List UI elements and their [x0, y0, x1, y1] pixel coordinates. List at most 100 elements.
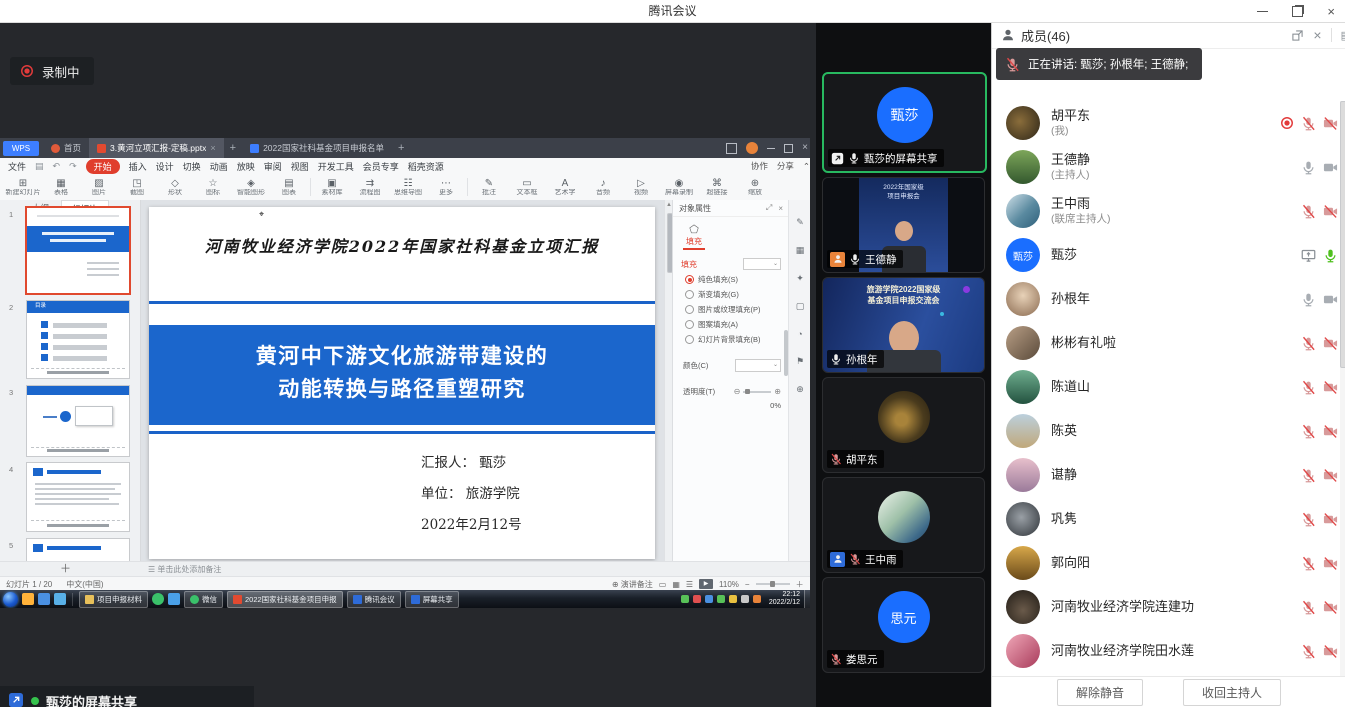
- ribbon-tool[interactable]: ⋯更多: [427, 178, 465, 197]
- layout-tool-icon[interactable]: ▦: [789, 245, 810, 256]
- ribbon-tool[interactable]: ▭文本框: [508, 178, 546, 197]
- member-row[interactable]: 孙根年: [992, 277, 1345, 321]
- close-icon[interactable]: ×: [1327, 5, 1335, 18]
- menu-review[interactable]: 审阅: [264, 160, 282, 173]
- mic-muted-icon[interactable]: [1301, 556, 1316, 571]
- taskbar-meeting-button[interactable]: 腾讯会议: [347, 591, 401, 608]
- ribbon-tool[interactable]: ♪音频: [584, 178, 622, 197]
- sharing-icon[interactable]: [1301, 248, 1316, 263]
- member-row[interactable]: 彬彬有礼啦: [992, 321, 1345, 365]
- slide-thumb-4[interactable]: [26, 462, 130, 532]
- camera-muted-icon[interactable]: [1323, 556, 1338, 571]
- member-row[interactable]: 王中雨(联席主持人): [992, 189, 1345, 233]
- new-tab-icon[interactable]: +: [230, 142, 236, 154]
- minimize-icon[interactable]: [1257, 11, 1268, 12]
- mic-muted-icon[interactable]: [1301, 644, 1316, 659]
- ribbon-tool[interactable]: ▨图片: [80, 178, 118, 197]
- video-tile-sungennian[interactable]: 旅游学院2022国家级 基金项目申报交流会 孙根年: [822, 277, 985, 373]
- wps-maximize-icon[interactable]: [784, 144, 793, 153]
- fill-dropdown[interactable]: ⌄: [743, 258, 781, 270]
- video-tile-hupingdong[interactable]: 胡平东: [822, 377, 985, 473]
- ribbon-tool[interactable]: A艺术字: [546, 178, 584, 197]
- tab-home[interactable]: 首页: [43, 138, 89, 158]
- camera-muted-icon[interactable]: [1323, 336, 1338, 351]
- tab-document[interactable]: 2022国家社科基金项目申报名单: [242, 138, 392, 158]
- camera-muted-icon[interactable]: [1323, 468, 1338, 483]
- tray-icon[interactable]: [717, 595, 725, 603]
- video-tile-wangdejing[interactable]: 2022年国家级 项目申报会 王德静: [822, 177, 985, 273]
- taskbar-share-button[interactable]: 屏幕共享: [405, 591, 459, 608]
- wps-close-icon[interactable]: ×: [802, 143, 808, 153]
- fill-option-gradient[interactable]: 渐变填充(G): [685, 289, 789, 300]
- transparency-slider[interactable]: [743, 391, 771, 393]
- undo-icon[interactable]: ↶: [53, 161, 61, 172]
- menu-view[interactable]: 视图: [291, 160, 309, 173]
- ribbon-tool[interactable]: ⊕缩放: [736, 178, 774, 197]
- unmute-button[interactable]: 解除静音: [1057, 679, 1143, 706]
- mic-icon[interactable]: [1301, 160, 1316, 175]
- members-scrollbar[interactable]: [1340, 101, 1345, 676]
- edit-tool-icon[interactable]: ✎: [789, 217, 810, 228]
- account-avatar[interactable]: [746, 142, 758, 154]
- tray-icon[interactable]: [681, 595, 689, 603]
- menu-docer[interactable]: 稻壳资源: [408, 160, 444, 173]
- ribbon-tool[interactable]: ◇形状: [156, 178, 194, 197]
- wps-minimize-icon[interactable]: [767, 148, 775, 149]
- taskbar-wps-button[interactable]: 2022国家社科基金项目申报: [227, 591, 343, 608]
- ribbon-tool[interactable]: ⇉流程图: [351, 178, 389, 197]
- start-button[interactable]: [3, 592, 18, 607]
- slide-thumb-5[interactable]: [26, 538, 130, 561]
- ribbon-tool[interactable]: ◳截图: [118, 178, 156, 197]
- tray-icon[interactable]: [693, 595, 701, 603]
- member-row[interactable]: 河南牧业经济学院田水莲: [992, 629, 1345, 673]
- camera-muted-icon[interactable]: [1323, 644, 1338, 659]
- menu-slideshow[interactable]: 放映: [237, 160, 255, 173]
- ribbon-tool[interactable]: ⌘超链接: [698, 178, 736, 197]
- camera-icon[interactable]: [1323, 160, 1338, 175]
- taskbar-wechat-button[interactable]: 微信: [184, 591, 223, 608]
- save-icon[interactable]: ▤: [35, 161, 44, 172]
- slide-thumb-2[interactable]: 目录: [26, 300, 130, 379]
- ribbon-tool[interactable]: ☆图标: [194, 178, 232, 197]
- add-tool-icon[interactable]: ⊕: [789, 384, 810, 395]
- share-button[interactable]: 分享: [777, 160, 794, 172]
- reclaim-host-button[interactable]: 收回主持人: [1183, 679, 1281, 706]
- redo-icon[interactable]: ↷: [69, 161, 77, 172]
- apps-grid-icon[interactable]: [726, 143, 737, 154]
- search-icon[interactable]: [54, 593, 66, 605]
- timer-tool-icon[interactable]: ◔: [789, 329, 810, 339]
- ribbon-tool[interactable]: ▣素材库: [313, 178, 351, 197]
- mic-muted-icon[interactable]: [1301, 512, 1316, 527]
- mic-muted-icon[interactable]: [1301, 336, 1316, 351]
- zoom-slider[interactable]: [756, 583, 790, 585]
- mic-muted-icon[interactable]: [1301, 424, 1316, 439]
- view-sorter-icon[interactable]: ▦: [672, 580, 680, 589]
- show-desktop-button[interactable]: [804, 590, 810, 608]
- panel-close-icon[interactable]: ×: [778, 204, 783, 213]
- transparency-plus-icon[interactable]: ⊕: [774, 387, 781, 396]
- system-clock[interactable]: 22:12 2022/2/12: [769, 591, 800, 607]
- wps-logo[interactable]: WPS: [3, 141, 39, 156]
- zoom-out-icon[interactable]: −: [745, 580, 750, 589]
- menu-insert[interactable]: 插入: [129, 160, 147, 173]
- member-row[interactable]: 河南牧业经济学院连建功: [992, 585, 1345, 629]
- fill-option-pattern[interactable]: 图案填充(A): [685, 319, 789, 330]
- mic-muted-icon[interactable]: [1301, 116, 1316, 131]
- transparency-minus-icon[interactable]: ⊖: [734, 387, 741, 396]
- pinned-chart-icon[interactable]: [168, 593, 180, 605]
- quicklaunch-icon[interactable]: [22, 593, 34, 605]
- new-tab-icon[interactable]: +: [398, 142, 404, 154]
- fill-option-picture[interactable]: 图片或纹理填充(P): [685, 304, 789, 315]
- collaborate-button[interactable]: 协作: [751, 160, 768, 172]
- camera-muted-icon[interactable]: [1323, 116, 1338, 131]
- member-row[interactable]: 甄莎 甄莎: [992, 233, 1345, 277]
- menu-transition[interactable]: 切换: [183, 160, 201, 173]
- zoom-level[interactable]: 110%: [719, 580, 739, 589]
- camera-muted-icon[interactable]: [1323, 380, 1338, 395]
- ribbon-tool[interactable]: ◈智能图形: [232, 178, 270, 197]
- tab-presentation[interactable]: 3.黄河立项汇报-定稿.pptx ×: [89, 138, 224, 158]
- flag-tool-icon[interactable]: ⚑: [789, 356, 810, 367]
- member-row[interactable]: 王德静(主持人): [992, 145, 1345, 189]
- menu-file[interactable]: 文件: [8, 160, 26, 173]
- member-row[interactable]: 陈英: [992, 409, 1345, 453]
